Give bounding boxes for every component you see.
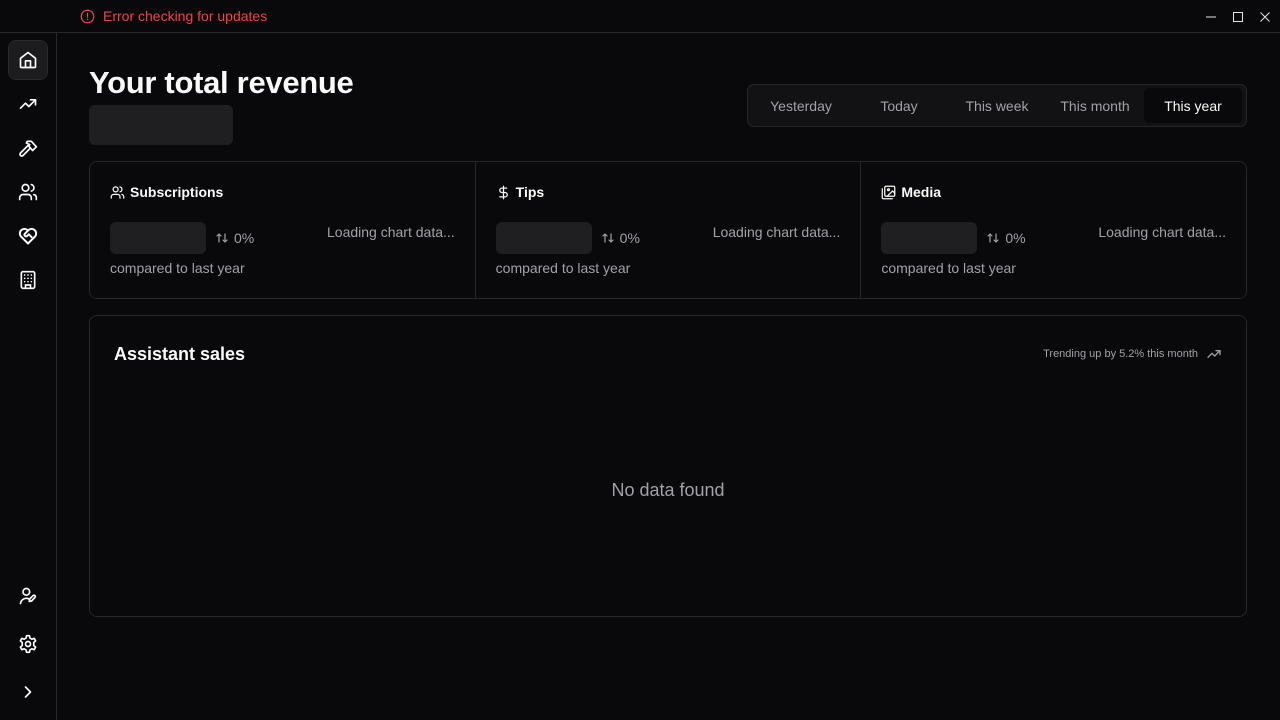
- arrow-up-down-icon: [216, 233, 228, 243]
- stat-compare-text: compared to last year: [881, 260, 1016, 276]
- trending-up-icon: [19, 99, 37, 109]
- page-title: Your total revenue: [89, 65, 354, 100]
- sidebar-expand-button[interactable]: [8, 672, 48, 712]
- update-error-text: Error checking for updates: [103, 8, 268, 24]
- sidebar-item-profile[interactable]: [8, 576, 48, 616]
- period-tabs: Yesterday Today This week This month Thi…: [747, 84, 1247, 127]
- stat-card-subscriptions: Subscriptions 0% compared to last year L…: [90, 162, 475, 298]
- title-bar: Error checking for updates: [0, 0, 1280, 33]
- maximize-icon: [1233, 11, 1243, 22]
- sidebar-item-settings[interactable]: [8, 624, 48, 664]
- sales-empty-state: No data found: [611, 480, 725, 500]
- close-icon: [1260, 11, 1270, 22]
- users-icon: [110, 185, 125, 199]
- stat-label: Media: [901, 184, 942, 200]
- sales-trend-text: Trending up by 5.2% this month: [1043, 348, 1198, 360]
- stat-chart-loading: Loading chart data...: [1098, 224, 1227, 240]
- sidebar-item-users[interactable]: [8, 172, 48, 212]
- gear-icon: [19, 634, 37, 654]
- tab-today[interactable]: Today: [850, 88, 948, 123]
- stat-change-value: 0%: [619, 230, 640, 246]
- arrow-up-down-icon: [602, 233, 614, 243]
- stat-value-skeleton: [495, 222, 592, 254]
- stat-change-value: 0%: [1005, 230, 1026, 246]
- stat-value-skeleton: [110, 222, 206, 254]
- stat-value-skeleton: [881, 222, 978, 254]
- stat-chart-loading: Loading chart data...: [712, 224, 841, 240]
- home-icon: [19, 51, 37, 69]
- users-icon: [18, 183, 38, 201]
- stat-label: Tips: [515, 184, 545, 200]
- stat-label: Subscriptions: [130, 184, 224, 200]
- app-window: Error checking for updates Your total re…: [0, 0, 1280, 720]
- stat-change: 0%: [216, 230, 254, 246]
- user-pen-icon: [19, 587, 37, 605]
- update-error-notice: Error checking for updates: [80, 7, 267, 25]
- sales-title: Assistant sales: [114, 344, 246, 364]
- sidebar-item-home[interactable]: [8, 40, 48, 80]
- sidebar: [0, 33, 57, 720]
- sidebar-item-trending[interactable]: [8, 84, 48, 124]
- heart-handshake-icon: [18, 227, 38, 245]
- tab-this-year[interactable]: This year: [1144, 88, 1242, 123]
- stat-header: Tips: [496, 184, 545, 200]
- hammer-icon: [19, 140, 38, 157]
- minimize-icon: [1206, 16, 1216, 17]
- sidebar-item-health[interactable]: [8, 216, 48, 256]
- stat-change-value: 0%: [234, 230, 255, 246]
- sidebar-item-tools[interactable]: [8, 128, 48, 168]
- stat-compare-text: compared to last year: [495, 260, 631, 276]
- assistant-sales-card: Assistant sales Trending up by 5.2% this…: [89, 315, 1247, 617]
- alert-circle-icon: [80, 9, 95, 23]
- stat-header: Subscriptions: [110, 184, 223, 200]
- stat-card-media: Media 0% compared to last year Loading c…: [860, 162, 1246, 298]
- arrow-up-down-icon: [987, 233, 999, 243]
- stat-card-tips: Tips 0% compared to last year Loading ch…: [474, 162, 861, 298]
- main-content: Your total revenue Yesterday Today This …: [57, 33, 1280, 720]
- revenue-value-skeleton: [89, 105, 233, 145]
- sales-trend: Trending up by 5.2% this month: [1043, 346, 1222, 362]
- trending-up-icon: [1207, 350, 1221, 358]
- stat-change: 0%: [987, 230, 1026, 246]
- tab-this-week[interactable]: This week: [948, 88, 1046, 123]
- close-button[interactable]: [1249, 0, 1280, 33]
- stat-compare-text: compared to last year: [110, 260, 245, 276]
- sidebar-item-building[interactable]: [8, 260, 48, 300]
- tab-this-month[interactable]: This month: [1046, 88, 1144, 123]
- images-icon: [881, 185, 896, 199]
- stat-chart-loading: Loading chart data...: [327, 224, 455, 240]
- dollar-icon: [498, 185, 508, 199]
- stats-cards: Subscriptions 0% compared to last year L…: [89, 161, 1247, 299]
- building-icon: [20, 270, 36, 290]
- tab-yesterday[interactable]: Yesterday: [752, 88, 850, 123]
- stat-change: 0%: [602, 230, 640, 246]
- stat-header: Media: [881, 184, 941, 200]
- chevron-right-icon: [24, 686, 32, 698]
